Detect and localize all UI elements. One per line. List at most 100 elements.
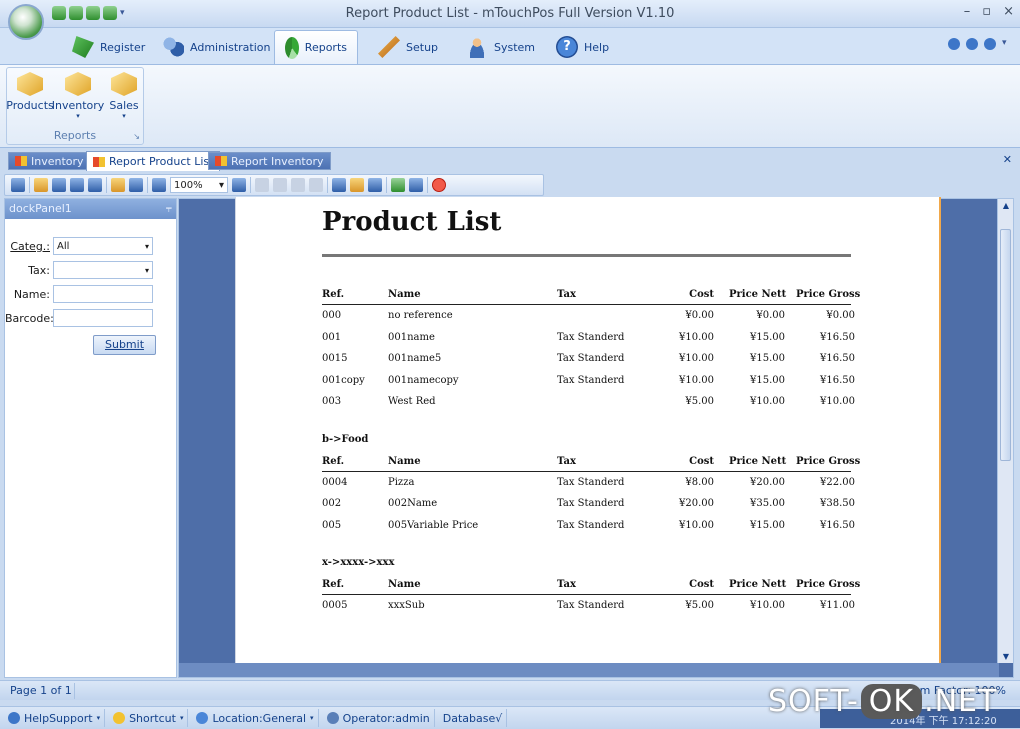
previous-page-icon[interactable] [273, 178, 287, 192]
report-icon [15, 156, 27, 166]
help-support-menu[interactable]: HelpSupport ▾ [4, 709, 106, 727]
report-cell: 001copy [322, 374, 365, 386]
report-cell: ¥15.00 [750, 374, 785, 386]
report-preview[interactable]: Product List Ref. Name Tax Cost Price Nett Pr… [178, 197, 1014, 678]
toolbar-separator [250, 177, 251, 193]
toolbar-separator [106, 177, 107, 193]
last-page-icon[interactable] [309, 178, 323, 192]
horizontal-scrollbar[interactable] [179, 663, 999, 677]
zoom-in-icon[interactable] [232, 178, 246, 192]
report-cell: ¥10.00 [679, 519, 714, 531]
location-menu[interactable]: Location:General ▾ [192, 709, 319, 727]
send-email-icon[interactable] [409, 178, 423, 192]
report-cell: Pizza [388, 476, 415, 488]
sales-label: Sales [109, 99, 139, 112]
tab-reports[interactable]: Reports [274, 30, 358, 64]
category-select[interactable]: All ▾ [53, 237, 153, 255]
style-dropdown-icon[interactable]: ▾ [1002, 38, 1014, 50]
color-icon[interactable] [350, 178, 364, 192]
report-cell: ¥10.00 [750, 600, 785, 611]
products-button[interactable]: Products [6, 72, 54, 112]
page-info: Page 1 of 1 [10, 684, 72, 697]
report-cell: ¥11.00 [820, 600, 855, 611]
maximize-button[interactable]: ▫ [982, 4, 991, 19]
shortcut-menu[interactable]: Shortcut ▾ [109, 709, 189, 727]
submit-button[interactable]: Submit [93, 335, 156, 355]
system-icon [466, 36, 488, 58]
quick-print-icon[interactable] [88, 178, 102, 192]
report-cell: 002 [322, 498, 342, 509]
vertical-scrollbar[interactable]: ▲ ▼ [997, 199, 1013, 663]
find-icon[interactable] [11, 178, 25, 192]
report-column-header: Price Nett [729, 579, 787, 590]
style-icon[interactable] [984, 38, 996, 50]
scroll-down-icon[interactable]: ▼ [998, 652, 1014, 661]
next-page-icon[interactable] [291, 178, 305, 192]
close-window-button[interactable]: × [1003, 4, 1014, 19]
magnifier-icon[interactable] [129, 178, 143, 192]
report-cell: ¥16.50 [820, 331, 855, 343]
tab-system-label: System [494, 40, 536, 54]
zoom-out-icon[interactable] [152, 178, 166, 192]
report-column-header: Price Nett [729, 289, 787, 300]
report-cell: 002Name [388, 498, 438, 509]
save-icon[interactable] [52, 178, 66, 192]
tab-register[interactable]: Register [62, 30, 155, 64]
setup-icon [378, 36, 400, 58]
print-icon[interactable] [70, 178, 84, 192]
sales-button[interactable]: Sales ▾ [101, 72, 147, 120]
toolbar-separator [386, 177, 387, 193]
shortcut-icon [113, 712, 126, 724]
chevron-down-icon: ▾ [144, 241, 149, 251]
report-group-heading: x->xxxx->xxx [322, 557, 395, 568]
group-launcher-icon[interactable]: ↘ [133, 132, 140, 141]
doc-tab-report-inventory[interactable]: Report Inventory [208, 152, 331, 170]
multiple-pages-icon[interactable] [332, 178, 346, 192]
pin-icon[interactable]: ⫧ [166, 202, 172, 216]
sales-box-icon [111, 72, 137, 96]
title-bar: ▾ Report Product List - mTouchPos Full V… [0, 0, 1020, 40]
report-column-header: Tax [557, 455, 576, 467]
barcode-input[interactable] [53, 309, 153, 327]
report-column-header: Price Gross [796, 579, 861, 590]
tab-system[interactable]: System [456, 30, 545, 64]
tab-help[interactable]: ? Help [546, 30, 619, 64]
zoom-select[interactable]: 100% ▾ [170, 177, 228, 193]
inventory-button[interactable]: Inventory ▾ [52, 72, 104, 120]
barcode-label: Barcode: [5, 311, 54, 325]
tab-setup[interactable]: Setup [368, 30, 448, 64]
chevron-down-icon: ▾ [96, 714, 101, 722]
tab-administration[interactable]: Administration [152, 30, 281, 64]
info-icon[interactable] [948, 38, 960, 50]
report-column-header: Ref. [322, 455, 345, 467]
report-column-header: Cost [689, 455, 714, 467]
help-circle-icon[interactable] [966, 38, 978, 50]
zoom-value: 100% [174, 179, 203, 191]
inventory-dropdown-icon: ▾ [76, 112, 80, 120]
export-icon[interactable] [391, 178, 405, 192]
report-page: Product List Ref. Name Tax Cost Price Nett Pr… [235, 197, 941, 665]
report-cell: ¥5.00 [685, 600, 714, 611]
first-page-icon[interactable] [255, 178, 269, 192]
report-cell: Tax Standerd [557, 498, 625, 509]
minimize-button[interactable]: – [964, 4, 971, 19]
app-menu-orb[interactable] [8, 4, 44, 40]
scroll-up-icon[interactable]: ▲ [998, 201, 1014, 210]
scroll-thumb[interactable] [1000, 229, 1011, 461]
hand-tool-icon[interactable] [111, 178, 125, 192]
tax-select[interactable]: ▾ [53, 261, 153, 279]
database-status: Database√ [439, 709, 508, 727]
watermark-icon[interactable] [368, 178, 382, 192]
products-label: Products [6, 99, 54, 112]
inventory-box-icon [65, 72, 91, 96]
open-icon[interactable] [34, 178, 48, 192]
close-document-icon[interactable]: ✕ [1003, 153, 1012, 166]
watermark-logo: SOFT- OK .NET [768, 684, 997, 719]
doc-tab-report-product-list[interactable]: Report Product List [86, 151, 221, 171]
report-icon [215, 156, 227, 166]
name-input[interactable] [53, 285, 153, 303]
close-preview-icon[interactable] [432, 178, 446, 192]
report-cell: 005 [322, 519, 342, 531]
category-value: All [57, 240, 70, 252]
doc-tab-inventory[interactable]: Inventory [8, 152, 91, 170]
